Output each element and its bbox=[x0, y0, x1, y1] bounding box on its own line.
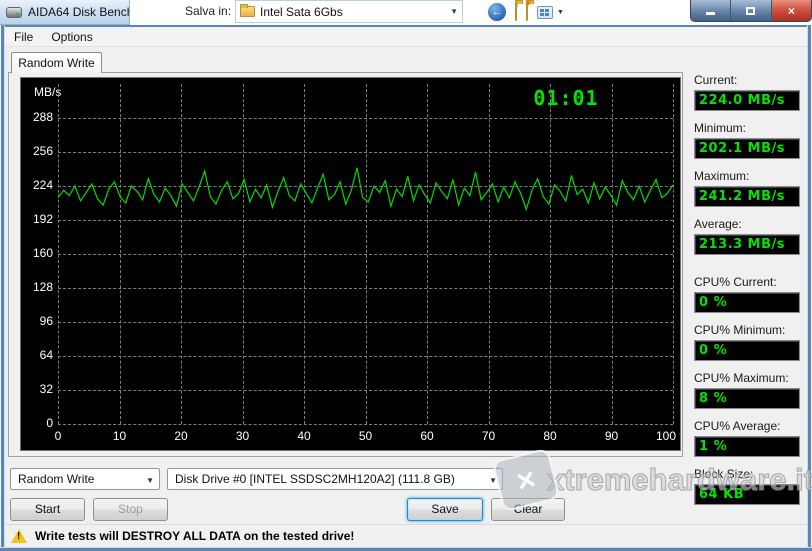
save-in-label: Salva in: bbox=[185, 4, 232, 18]
stat-value-current: 224.0 MB/s bbox=[694, 90, 800, 111]
stat-value-cpu-minimum: 0 % bbox=[694, 340, 800, 361]
y-tick-label: 192 bbox=[32, 212, 53, 226]
x-tick-label: 0 bbox=[54, 429, 62, 443]
drive-value: Disk Drive #0 [INTEL SSDSC2MH120A2] (111… bbox=[175, 472, 455, 486]
y-tick-label: 288 bbox=[32, 110, 53, 124]
menu-file[interactable]: File bbox=[5, 28, 42, 46]
status-bar: Write tests will DESTROY ALL DATA on the… bbox=[5, 524, 807, 547]
x-tick-label: 40 bbox=[297, 429, 311, 443]
stat-value-maximum: 241.2 MB/s bbox=[694, 186, 800, 207]
stat-value-average: 213.3 MB/s bbox=[694, 234, 800, 255]
window-border-left bbox=[0, 25, 5, 551]
caption-buttons: × bbox=[690, 0, 812, 22]
save-dialog-toolbar: ← ↑ ✶ ▼ bbox=[488, 0, 564, 23]
maximize-button[interactable] bbox=[731, 0, 772, 21]
y-tick-label: 96 bbox=[39, 314, 53, 328]
stat-value-cpu-maximum: 8 % bbox=[694, 388, 800, 409]
x-tick-label: 50 bbox=[358, 429, 373, 443]
gridline-h bbox=[58, 424, 673, 425]
minimize-button[interactable] bbox=[691, 0, 732, 21]
clear-button[interactable]: Clear bbox=[491, 498, 565, 521]
tab-panel: MB/s 01:01 288 256 224 192 160 128 96 64 32 0 0 10 2… bbox=[8, 72, 683, 457]
chevron-down-icon[interactable]: ▼ bbox=[450, 7, 458, 16]
stat-label-block-size: Block Size: bbox=[694, 467, 754, 481]
x-tick-label: 30 bbox=[235, 429, 250, 443]
test-type-combobox[interactable]: Random Write ▼ bbox=[10, 468, 160, 490]
y-tick-label: 64 bbox=[39, 348, 53, 362]
chevron-down-icon[interactable]: ▼ bbox=[557, 9, 564, 16]
x-tick-label: 20 bbox=[174, 429, 188, 443]
stat-value-cpu-current: 0 % bbox=[694, 292, 800, 313]
app-screen: Salva in: Intel Sata 6Gbs ▼ ← ↑ ✶ ▼ AIDA… bbox=[0, 0, 812, 551]
up-one-level-icon[interactable]: ↑ bbox=[515, 0, 520, 21]
stat-label-cpu-average: CPU% Average: bbox=[694, 419, 781, 433]
y-tick-label: 224 bbox=[32, 178, 53, 192]
y-tick-label: 128 bbox=[32, 280, 53, 294]
stat-label-maximum: Maximum: bbox=[694, 169, 750, 183]
menu-options[interactable]: Options bbox=[42, 28, 101, 46]
stat-label-cpu-minimum: CPU% Minimum: bbox=[694, 323, 786, 337]
menu-bar: File Options bbox=[5, 27, 807, 47]
view-menu-icon[interactable] bbox=[537, 5, 553, 19]
stat-label-current: Current: bbox=[694, 73, 738, 87]
window-border-right bbox=[807, 25, 812, 551]
gridline-v bbox=[673, 84, 674, 424]
x-tick-label: 100 % bbox=[655, 429, 680, 443]
minimize-icon bbox=[706, 12, 716, 15]
x-tick-label: 10 bbox=[112, 429, 127, 443]
y-tick-label: 32 bbox=[39, 382, 53, 396]
folder-icon bbox=[240, 4, 255, 17]
drive-combobox[interactable]: Disk Drive #0 [INTEL SSDSC2MH120A2] (111… bbox=[167, 468, 503, 490]
x-tick-label: 80 bbox=[543, 429, 557, 443]
y-tick-label: 160 bbox=[32, 246, 53, 260]
save-button[interactable]: Save bbox=[407, 498, 483, 521]
status-message: Write tests will DESTROY ALL DATA on the… bbox=[35, 529, 355, 543]
window-title: AIDA64 Disk Bench bbox=[28, 5, 130, 19]
start-button[interactable]: Start bbox=[10, 498, 85, 521]
stat-value-cpu-average: 1 % bbox=[694, 436, 800, 457]
stat-label-minimum: Minimum: bbox=[694, 121, 747, 135]
top-strip: Salva in: Intel Sata 6Gbs ▼ ← ↑ ✶ ▼ AIDA… bbox=[0, 0, 812, 25]
chevron-down-icon: ▼ bbox=[146, 476, 154, 485]
stat-value-minimum: 202.1 MB/s bbox=[694, 138, 800, 159]
stat-label-average: Average: bbox=[694, 217, 742, 231]
hard-disk-icon bbox=[6, 6, 22, 18]
window-border-bottom bbox=[0, 547, 812, 551]
new-folder-icon[interactable]: ✶ bbox=[524, 0, 532, 21]
stat-label-cpu-current: CPU% Current: bbox=[694, 275, 777, 289]
maximize-icon bbox=[746, 6, 756, 15]
warning-icon bbox=[11, 529, 27, 543]
speed-line bbox=[58, 167, 673, 212]
y-tick-label: 0 bbox=[46, 416, 53, 430]
tab-random-write[interactable]: Random Write bbox=[11, 52, 102, 73]
stat-label-cpu-maximum: CPU% Maximum: bbox=[694, 371, 789, 385]
x-tick-label: 70 bbox=[481, 429, 496, 443]
stat-value-block-size: 64 KB bbox=[694, 484, 800, 505]
stop-button[interactable]: Stop bbox=[93, 498, 168, 521]
save-location-value: Intel Sata 6Gbs bbox=[260, 4, 343, 19]
benchmark-chart: MB/s 01:01 288 256 224 192 160 128 96 64 32 0 0 10 2… bbox=[20, 77, 681, 451]
back-icon[interactable]: ← bbox=[488, 3, 506, 21]
save-location-combobox[interactable]: Intel Sata 6Gbs ▼ bbox=[235, 0, 463, 23]
chevron-down-icon: ▼ bbox=[489, 476, 497, 485]
window-titlebar[interactable]: AIDA64 Disk Bench bbox=[0, 0, 130, 25]
test-type-value: Random Write bbox=[18, 472, 95, 486]
y-tick-label: 256 bbox=[32, 144, 53, 158]
save-dialog-fragment: Salva in: Intel Sata 6Gbs ▼ ← ↑ ✶ ▼ bbox=[130, 0, 690, 25]
x-tick-label: 60 bbox=[420, 429, 434, 443]
x-tick-label: 90 bbox=[604, 429, 619, 443]
close-button[interactable]: × bbox=[771, 0, 811, 21]
